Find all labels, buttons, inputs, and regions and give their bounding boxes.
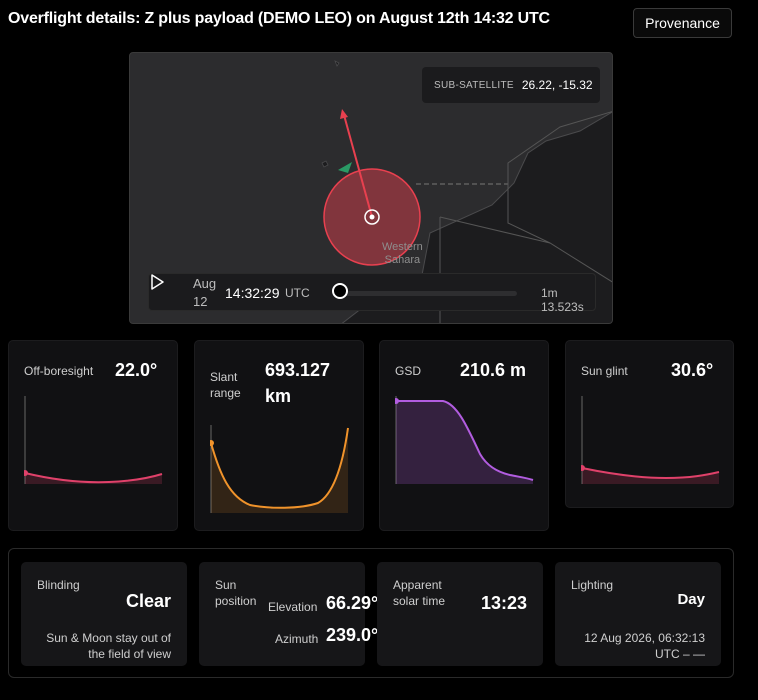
- play-icon[interactable]: [149, 274, 165, 290]
- slant-range-value: 693.127 km: [265, 360, 331, 406]
- off-boresight-label: Off-boresight: [24, 364, 94, 378]
- blinding-note: Sun & Moon stay out of the field of view: [46, 630, 171, 662]
- lighting-label: Lighting: [571, 578, 614, 592]
- gsd-label: GSD: [395, 364, 422, 378]
- azimuth-value: 239.0°: [326, 625, 379, 645]
- island-small: [334, 60, 340, 67]
- sun-position-label: Sun position: [215, 577, 256, 609]
- place-label-line1: Western: [382, 241, 423, 253]
- blinding-card: Blinding Clear Sun & Moon stay out of th…: [21, 562, 187, 666]
- lighting-date-line2: UTC – —: [654, 647, 705, 661]
- heading-arrowhead: [340, 109, 348, 119]
- slant-range-chart: [210, 425, 349, 513]
- playback-time: 14:32:29: [225, 285, 280, 301]
- gsd-card: GSD 210.6 m: [379, 340, 549, 531]
- azimuth-label: Azimuth: [275, 632, 319, 646]
- provenance-button[interactable]: Provenance: [633, 8, 732, 38]
- lighting-card: Lighting Day 12 Aug 2026, 06:32:13 UTC –…: [555, 562, 721, 666]
- playback-bar: Aug 12 14:32:29 UTC 1m 13.523s: [148, 273, 596, 314]
- target-area: [338, 162, 352, 173]
- solar-time-label-line1: Apparent: [393, 578, 442, 592]
- sun-glint-label: Sun glint: [581, 364, 628, 378]
- blinding-note-line1: Sun & Moon stay out of: [46, 631, 171, 645]
- gsd-chart: [395, 396, 534, 484]
- island-small-2: [321, 160, 329, 168]
- lighting-date: 12 Aug 2026, 06:32:13 UTC – —: [584, 630, 705, 662]
- sun-glint-card: Sun glint 30.6°: [565, 340, 734, 508]
- sub-satellite-coords: 26.22, -15.32: [521, 78, 593, 92]
- solar-time-label-line2: solar time: [393, 594, 446, 608]
- sun-glint-value: 30.6°: [671, 360, 714, 380]
- sub-satellite-label: SUB-SATELLITE: [434, 79, 514, 91]
- elevation-label: Elevation: [268, 600, 318, 614]
- blinding-note-line2: the field of view: [88, 647, 171, 661]
- slant-range-card: Slant range 693.127 km: [194, 340, 364, 531]
- playback-track[interactable]: [343, 291, 517, 296]
- solar-time-value: 13:23: [480, 593, 527, 613]
- sun-position-card: Sun position Elevation 66.29° Azimuth 23…: [199, 562, 378, 666]
- overflight-map[interactable]: SUB-SATELLITE 26.22, -15.32 Western Saha…: [129, 52, 613, 324]
- place-label: Western Sahara: [382, 241, 423, 267]
- page-title: Overflight details: Z plus payload (DEMO…: [8, 10, 550, 27]
- sun-position-label-line1: Sun: [215, 578, 237, 592]
- off-boresight-card: Off-boresight 22.0°: [8, 340, 178, 531]
- slant-range-label: Slant range: [210, 369, 250, 401]
- lighting-date-line1: 12 Aug 2026, 06:32:13: [584, 631, 705, 645]
- blinding-value: Clear: [125, 591, 171, 611]
- playback-duration: 1m 13.523s: [541, 286, 584, 314]
- lighting-value: Day: [677, 591, 705, 608]
- sun-position-label-line2: position: [215, 594, 257, 608]
- playback-date: Aug 12: [193, 276, 217, 309]
- solar-time-label: Apparent solar time: [393, 577, 445, 609]
- sun-glint-chart: [581, 396, 720, 484]
- slant-range-label-text: Slant range: [210, 370, 241, 400]
- elevation-value: 66.29°: [326, 593, 379, 613]
- satellite-marker: [369, 214, 375, 220]
- off-boresight-chart: [24, 396, 163, 484]
- blinding-label: Blinding: [37, 578, 80, 592]
- playback-thumb[interactable]: [332, 283, 348, 299]
- gsd-value: 210.6 m: [460, 360, 527, 380]
- off-boresight-value: 22.0°: [115, 360, 158, 380]
- solar-time-card: Apparent solar time 13:23: [377, 562, 543, 666]
- place-label-line2: Sahara: [384, 254, 421, 266]
- conditions-panel: Blinding Clear Sun & Moon stay out of th…: [8, 548, 734, 678]
- sub-satellite-panel: SUB-SATELLITE 26.22, -15.32: [422, 67, 600, 103]
- playback-timezone: UTC: [285, 286, 310, 300]
